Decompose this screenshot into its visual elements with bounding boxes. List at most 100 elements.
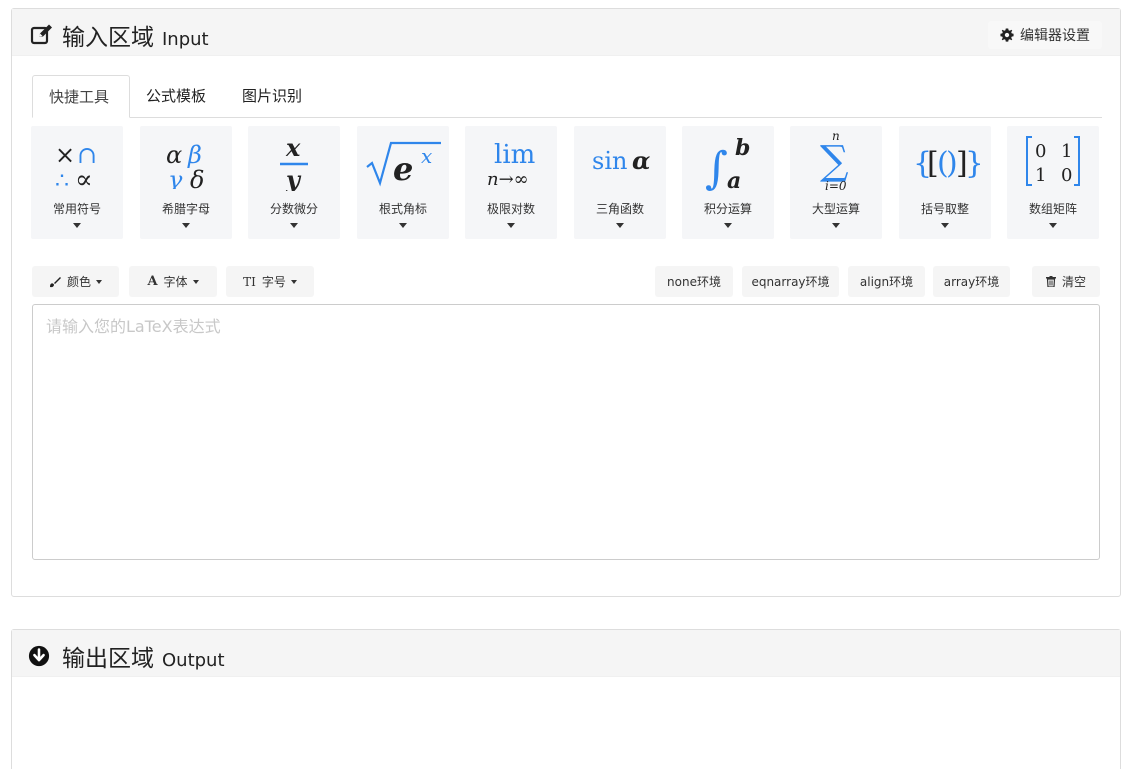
editor-settings-label: 编辑器设置 [1020,28,1090,44]
output-title-zh: 输出区域 [62,646,154,672]
toolbox-label: 数组矩阵 [1028,202,1077,216]
editor-settings-button[interactable]: 编辑器设置 [988,21,1102,49]
chevron-down-icon [192,279,199,284]
chevron-down-icon [290,223,298,228]
toolbox-matrix[interactable]: 0 1 1 0 数组矩阵 [1007,126,1099,239]
trig-icon: sin α [592,146,650,175]
common-symbols-icon: × ∩ ∴ ∝ [55,141,97,189]
matrix-icon: 0 1 1 0 [1026,136,1080,186]
chevron-down-icon [73,223,81,228]
chevron-down-icon [832,223,840,228]
fraction-icon: x y [280,133,308,191]
output-panel-title: 输出区域 Output [28,639,225,673]
input-title-zh: 输入区域 [62,25,154,51]
svg-text:}: } [965,146,980,181]
svg-text:1: 1 [1035,165,1046,186]
toolbox-label: 括号取整 [920,202,969,216]
clear-label: 清空 [1061,275,1086,289]
chevron-down-icon [616,223,624,228]
svg-text:α: α [166,141,182,169]
svg-text:∴: ∴ [55,169,69,189]
chevron-down-icon [724,223,732,228]
toolbox-limit[interactable]: lim n→∞ 极限对数 [465,126,557,239]
tab-quick-tools[interactable]: 快捷工具 [32,75,130,118]
radical-icon: e x [366,141,441,188]
svg-text:i=0: i=0 [825,179,847,193]
svg-text:0: 0 [1061,165,1072,186]
tab-bar: 快捷工具 公式模板 图片识别 [32,75,1102,118]
svg-text:lim: lim [494,140,535,170]
sum-icon: n ∑ i=0 [820,129,849,193]
latex-editor [32,304,1100,560]
gear-icon [1000,28,1014,42]
toolbox-common-symbols[interactable]: × ∩ ∴ ∝ 常用符号 [31,126,123,239]
svg-text:b: b [735,135,750,161]
env-eqnarray-button[interactable]: eqnarray环境 [742,266,839,297]
color-label: 颜色 [66,275,91,289]
toolbox-trig[interactable]: sin α 三角函数 [574,126,666,239]
svg-text:0: 0 [1035,141,1046,162]
toolbox-label: 积分运算 [703,202,752,216]
svg-text:×: × [55,141,75,169]
svg-text:β: β [187,141,202,169]
integral-icon: ∫ b a [705,135,750,191]
chevron-down-icon [399,223,407,228]
svg-text:∝: ∝ [75,165,93,189]
toolbox-greek-letters[interactable]: α β γ δ 希腊字母 [140,126,232,239]
limit-icon: lim n→∞ [487,140,535,189]
svg-text:∫: ∫ [705,143,728,191]
chevron-down-icon [96,279,102,284]
toolbox-radical[interactable]: e x 根式角标 [357,126,449,239]
svg-text:x: x [285,133,301,162]
tab-image-recognition[interactable]: 图片识别 [226,75,318,118]
svg-text:y: y [285,165,302,191]
svg-text:x: x [421,144,432,168]
font-button[interactable]: A 字体 [129,266,217,297]
output-panel-heading: 输出区域 Output [12,630,1120,677]
toolbox-label: 常用符号 [52,202,101,216]
latex-input[interactable] [33,305,1099,559]
chevron-down-icon [941,223,949,228]
env-array-button[interactable]: array环境 [933,266,1010,297]
input-panel-heading: 输入区域 Input 编辑器设置 [12,9,1120,56]
svg-text:γ: γ [168,166,183,189]
svg-text:∑: ∑ [820,138,849,184]
svg-text:α: α [632,146,650,175]
toolbox-integral[interactable]: ∫ b a 积分运算 [682,126,774,239]
svg-text:e: e [393,150,413,188]
trash-icon [1045,276,1056,287]
bracket-icon: { [ ( ) ] } [913,146,980,181]
svg-text:sin: sin [592,147,627,175]
toolbox-label: 大型运算 [811,202,860,216]
greek-letters-icon: α β γ δ [166,141,204,189]
font-label: 字体 [163,275,188,289]
color-button[interactable]: 颜色 [32,266,119,297]
toolbox-label: 三角函数 [595,202,644,216]
svg-text:1: 1 [1061,141,1072,162]
env-none-button[interactable]: none环境 [655,266,733,297]
toolbox-label: 根式角标 [378,202,427,216]
input-panel: 输入区域 Input 编辑器设置 快捷工具 公式模板 图片识别 × ∩ ∴ ∝ … [11,8,1121,597]
toolbox-label: 希腊字母 [161,202,210,216]
arrow-circle-down-icon [28,645,50,667]
toolbox-sum[interactable]: n ∑ i=0 大型运算 [790,126,882,239]
font-size-label: 字号 [261,275,286,289]
clear-button[interactable]: 清空 [1032,266,1100,297]
svg-text:δ: δ [190,166,204,189]
input-title-en: Input [162,29,209,50]
svg-text:n→∞: n→∞ [487,169,529,189]
chevron-down-icon [290,279,297,284]
output-area [12,677,1120,769]
tab-formula-templates[interactable]: 公式模板 [130,75,222,118]
toolbox-bracket[interactable]: { [ ( ) ] } 括号取整 [899,126,991,239]
brush-icon [49,276,61,287]
edit-icon [30,24,52,45]
env-align-button[interactable]: align环境 [848,266,925,297]
text-size-icon: TI [243,274,256,289]
chevron-down-icon [1049,223,1057,228]
toolbox-fraction[interactable]: x y 分数微分 [248,126,340,239]
font-size-button[interactable]: TI 字号 [226,266,314,297]
input-panel-title: 输入区域 Input [30,18,209,52]
toolbox-label: 极限对数 [486,202,535,216]
svg-text:a: a [727,168,741,191]
